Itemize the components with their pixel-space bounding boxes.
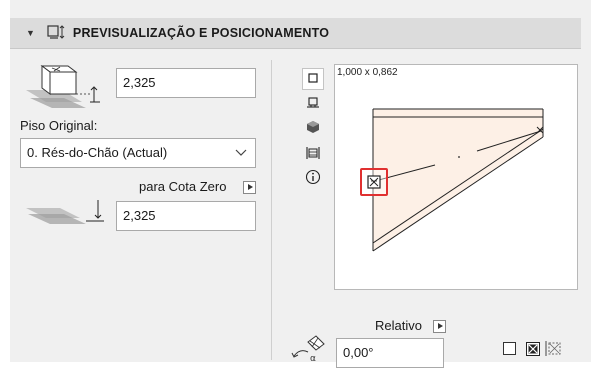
reference-label[interactable]: para Cota Zero bbox=[139, 179, 226, 194]
plan-view-icon bbox=[307, 72, 319, 87]
mirror-on-checkbox[interactable] bbox=[526, 342, 540, 356]
elevation-input[interactable]: 2,325 bbox=[116, 68, 256, 98]
preview-window[interactable]: 1,000 x 0,862 bbox=[334, 64, 578, 290]
rotation-mode-label[interactable]: Relativo bbox=[375, 318, 422, 333]
elevation-icon bbox=[24, 58, 110, 110]
home-story-select[interactable]: 0. Rés-do-Chão (Actual) bbox=[20, 138, 256, 168]
anchor-point-icon bbox=[367, 175, 381, 189]
reference-level-icon bbox=[24, 196, 110, 230]
section-view-icon bbox=[305, 145, 321, 164]
preview-positioning-icon bbox=[47, 24, 67, 42]
mirror-off-checkbox[interactable] bbox=[503, 342, 516, 355]
column-divider bbox=[271, 60, 272, 360]
plan-view-button[interactable] bbox=[302, 68, 324, 90]
home-story-value: 0. Rés-do-Chão (Actual) bbox=[27, 145, 168, 160]
info-button[interactable] bbox=[302, 167, 324, 189]
chevron-down-icon bbox=[235, 139, 247, 178]
section-header[interactable]: ▼ PREVISUALIZAÇÃO E POSICIONAMENTO bbox=[10, 18, 581, 49]
mirror-dashed-icon[interactable] bbox=[545, 340, 563, 357]
section-title: PREVISUALIZAÇÃO E POSICIONAMENTO bbox=[72, 26, 330, 40]
collapse-triangle-icon[interactable]: ▼ bbox=[26, 28, 35, 38]
info-icon bbox=[305, 169, 321, 188]
elevation-view-icon bbox=[306, 96, 320, 113]
3d-view-button[interactable] bbox=[302, 117, 324, 139]
home-story-label: Piso Original: bbox=[20, 118, 98, 133]
rotation-angle-icon: α bbox=[290, 334, 330, 364]
elevation-view-button[interactable] bbox=[302, 93, 324, 115]
rotation-mode-popup-button[interactable] bbox=[433, 320, 446, 333]
section-view-button[interactable] bbox=[302, 143, 324, 165]
reference-popup-button[interactable] bbox=[243, 181, 256, 194]
reference-elevation-input[interactable]: 2,325 bbox=[116, 201, 256, 231]
rotation-angle-input[interactable]: 0,00° bbox=[336, 338, 444, 368]
3d-view-icon bbox=[306, 120, 320, 137]
anchor-point-highlight[interactable] bbox=[360, 168, 388, 196]
svg-text:α: α bbox=[310, 354, 316, 362]
